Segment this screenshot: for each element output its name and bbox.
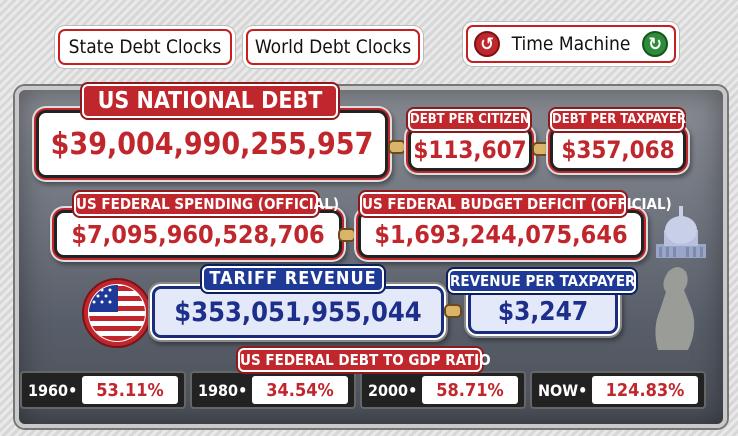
gdp-ratio-now: NOW• 124.83% (530, 371, 706, 409)
time-machine-label: Time Machine (511, 33, 631, 55)
world-debt-clocks-tab[interactable]: World Debt Clocks (246, 29, 420, 65)
link-icon (532, 142, 550, 156)
us-flag-icon (82, 278, 152, 348)
spending-label: US FEDERAL SPENDING (OFFICIAL) (74, 192, 339, 216)
tariff-value: $353,051,955,044 (152, 286, 444, 338)
revenue-per-taxpayer-value: $3,247 (468, 288, 618, 334)
ratio-value: 58.71% (422, 376, 518, 404)
per-citizen-label: DEBT PER CITIZEN (408, 109, 530, 131)
per-taxpayer-value: $357,068 (550, 127, 686, 171)
deficit-value: $1,693,244,075,646 (358, 210, 644, 258)
gdp-ratio-1980: 1980• 34.54% (190, 371, 356, 409)
ratio-value: 34.54% (252, 376, 348, 404)
per-taxpayer-label: DEBT PER TAXPAYER (550, 109, 686, 131)
deficit-label: US FEDERAL BUDGET DEFICIT (OFFICIAL) (360, 192, 672, 216)
state-debt-clocks-label: State Debt Clocks (68, 36, 222, 58)
statue-icon (655, 267, 695, 350)
link-icon (388, 140, 406, 154)
ratio-year: 1980• (198, 380, 248, 400)
ratio-year: NOW• (538, 380, 588, 400)
state-debt-clocks-tab[interactable]: State Debt Clocks (58, 29, 232, 65)
per-citizen-value: $113,607 (408, 127, 532, 171)
tariff-label: TARIFF REVENUE (202, 266, 384, 292)
link-icon (444, 304, 462, 318)
gdp-ratio-2000: 2000• 58.71% (360, 371, 526, 409)
time-machine-tab[interactable]: ↺ Time Machine ↻ (466, 25, 676, 63)
national-debt-label: US NATIONAL DEBT (82, 84, 338, 118)
refresh-icon[interactable]: ↻ (642, 31, 668, 57)
revenue-per-taxpayer-label: REVENUE PER TAXPAYER (448, 269, 636, 293)
gdp-ratio-label: US FEDERAL DEBT TO GDP RATIO (238, 348, 491, 372)
ratio-value: 124.83% (592, 376, 698, 404)
ratio-year: 1960• (28, 380, 78, 400)
ratio-year: 2000• (368, 380, 418, 400)
national-debt-value: $39,004,990,255,957 (36, 110, 388, 178)
gdp-ratio-1960: 1960• 53.11% (20, 371, 186, 409)
spending-value: $7,095,960,528,706 (54, 210, 342, 258)
ratio-value: 53.11% (82, 376, 178, 404)
world-debt-clocks-label: World Debt Clocks (254, 36, 412, 58)
rewind-icon[interactable]: ↺ (474, 31, 500, 57)
link-icon (338, 228, 356, 242)
